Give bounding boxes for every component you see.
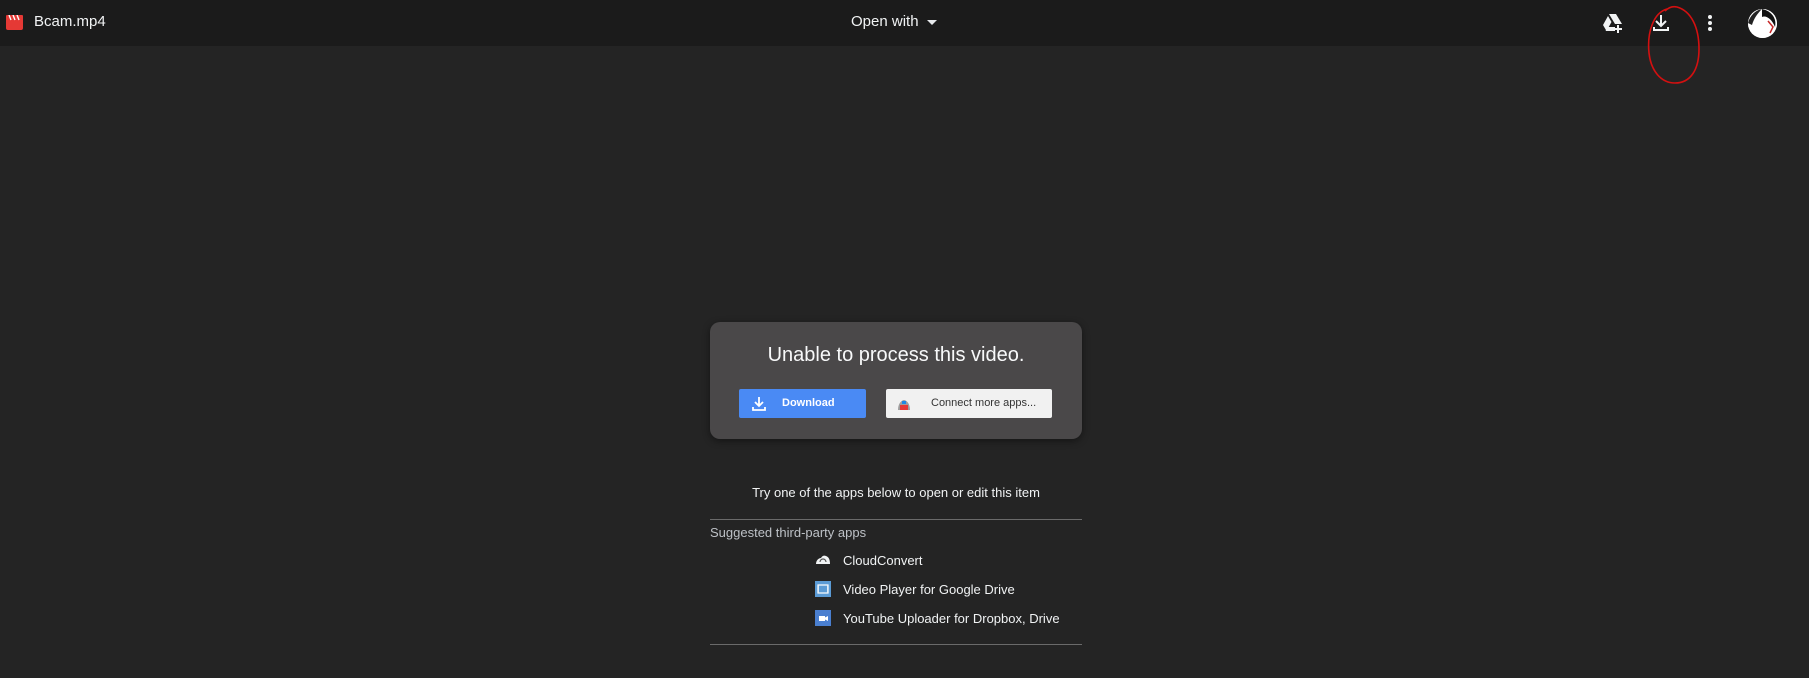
- app-name: CloudConvert: [843, 552, 923, 568]
- app-item-cloudconvert[interactable]: CloudConvert: [815, 550, 923, 570]
- connect-more-apps-button[interactable]: Connect more apps...: [886, 389, 1052, 418]
- video-file-icon: [6, 15, 23, 30]
- top-bar: Bcam.mp4 Open with: [0, 0, 1809, 84]
- account-avatar[interactable]: [1748, 9, 1777, 38]
- error-panel: Unable to process this video. Download C…: [710, 322, 1082, 439]
- avatar-image: [1748, 9, 1777, 38]
- divider-bottom: [710, 644, 1082, 645]
- download-icon: [752, 397, 766, 411]
- add-to-drive-icon[interactable]: [1601, 11, 1625, 35]
- app-item-video-player[interactable]: Video Player for Google Drive: [815, 579, 1015, 599]
- file-name: Bcam.mp4: [34, 13, 106, 30]
- divider-top: [710, 519, 1082, 520]
- app-item-youtube-uploader[interactable]: YouTube Uploader for Dropbox, Drive: [815, 608, 1060, 628]
- app-name: Video Player for Google Drive: [843, 581, 1015, 597]
- video-player-icon: [815, 581, 831, 597]
- download-button[interactable]: Download: [739, 389, 866, 418]
- download-icon[interactable]: [1649, 11, 1673, 35]
- open-with-label: Open with: [851, 13, 919, 30]
- connect-button-label: Connect more apps...: [931, 397, 1037, 409]
- caret-down-icon: [926, 20, 937, 25]
- download-button-label: Download: [782, 397, 835, 409]
- suggested-apps-label: Suggested third-party apps: [710, 525, 867, 540]
- cloudconvert-icon: [816, 555, 830, 564]
- app-name: YouTube Uploader for Dropbox, Drive: [843, 610, 1060, 626]
- youtube-uploader-icon: [815, 610, 831, 626]
- error-title: Unable to process this video.: [767, 344, 1025, 366]
- connect-apps-icon: [898, 400, 910, 410]
- apps-intro-text: Try one of the apps below to open or edi…: [752, 485, 1040, 500]
- more-vert-icon[interactable]: [1698, 11, 1722, 35]
- open-with-button[interactable]: Open with: [851, 13, 937, 30]
